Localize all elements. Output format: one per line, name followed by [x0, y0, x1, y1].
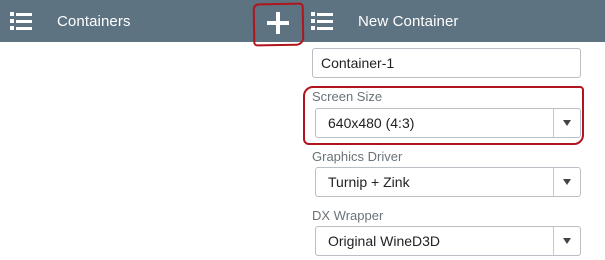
dx-wrapper-value: Original WineD3D	[328, 233, 441, 249]
menu-icon[interactable]	[10, 12, 32, 30]
container-name-input[interactable]	[312, 48, 581, 78]
graphics-driver-value: Turnip + Zink	[328, 174, 410, 190]
annotation-circle-add-button	[252, 2, 305, 47]
dx-wrapper-select[interactable]: Original WineD3D	[315, 226, 581, 256]
select-divider	[553, 168, 554, 196]
annotation-circle-screen-size	[303, 86, 584, 145]
graphics-driver-label: Graphics Driver	[312, 149, 403, 164]
select-divider	[553, 227, 554, 255]
dropdown-caret-icon	[563, 179, 571, 185]
dropdown-caret-icon	[563, 238, 571, 244]
page-title: Containers	[57, 12, 131, 30]
dialog-title: New Container	[358, 12, 459, 30]
dx-wrapper-label: DX Wrapper	[312, 208, 384, 223]
menu-icon[interactable]	[311, 12, 333, 30]
new-container-appbar: New Container	[302, 0, 605, 42]
graphics-driver-select[interactable]: Turnip + Zink	[315, 167, 581, 197]
